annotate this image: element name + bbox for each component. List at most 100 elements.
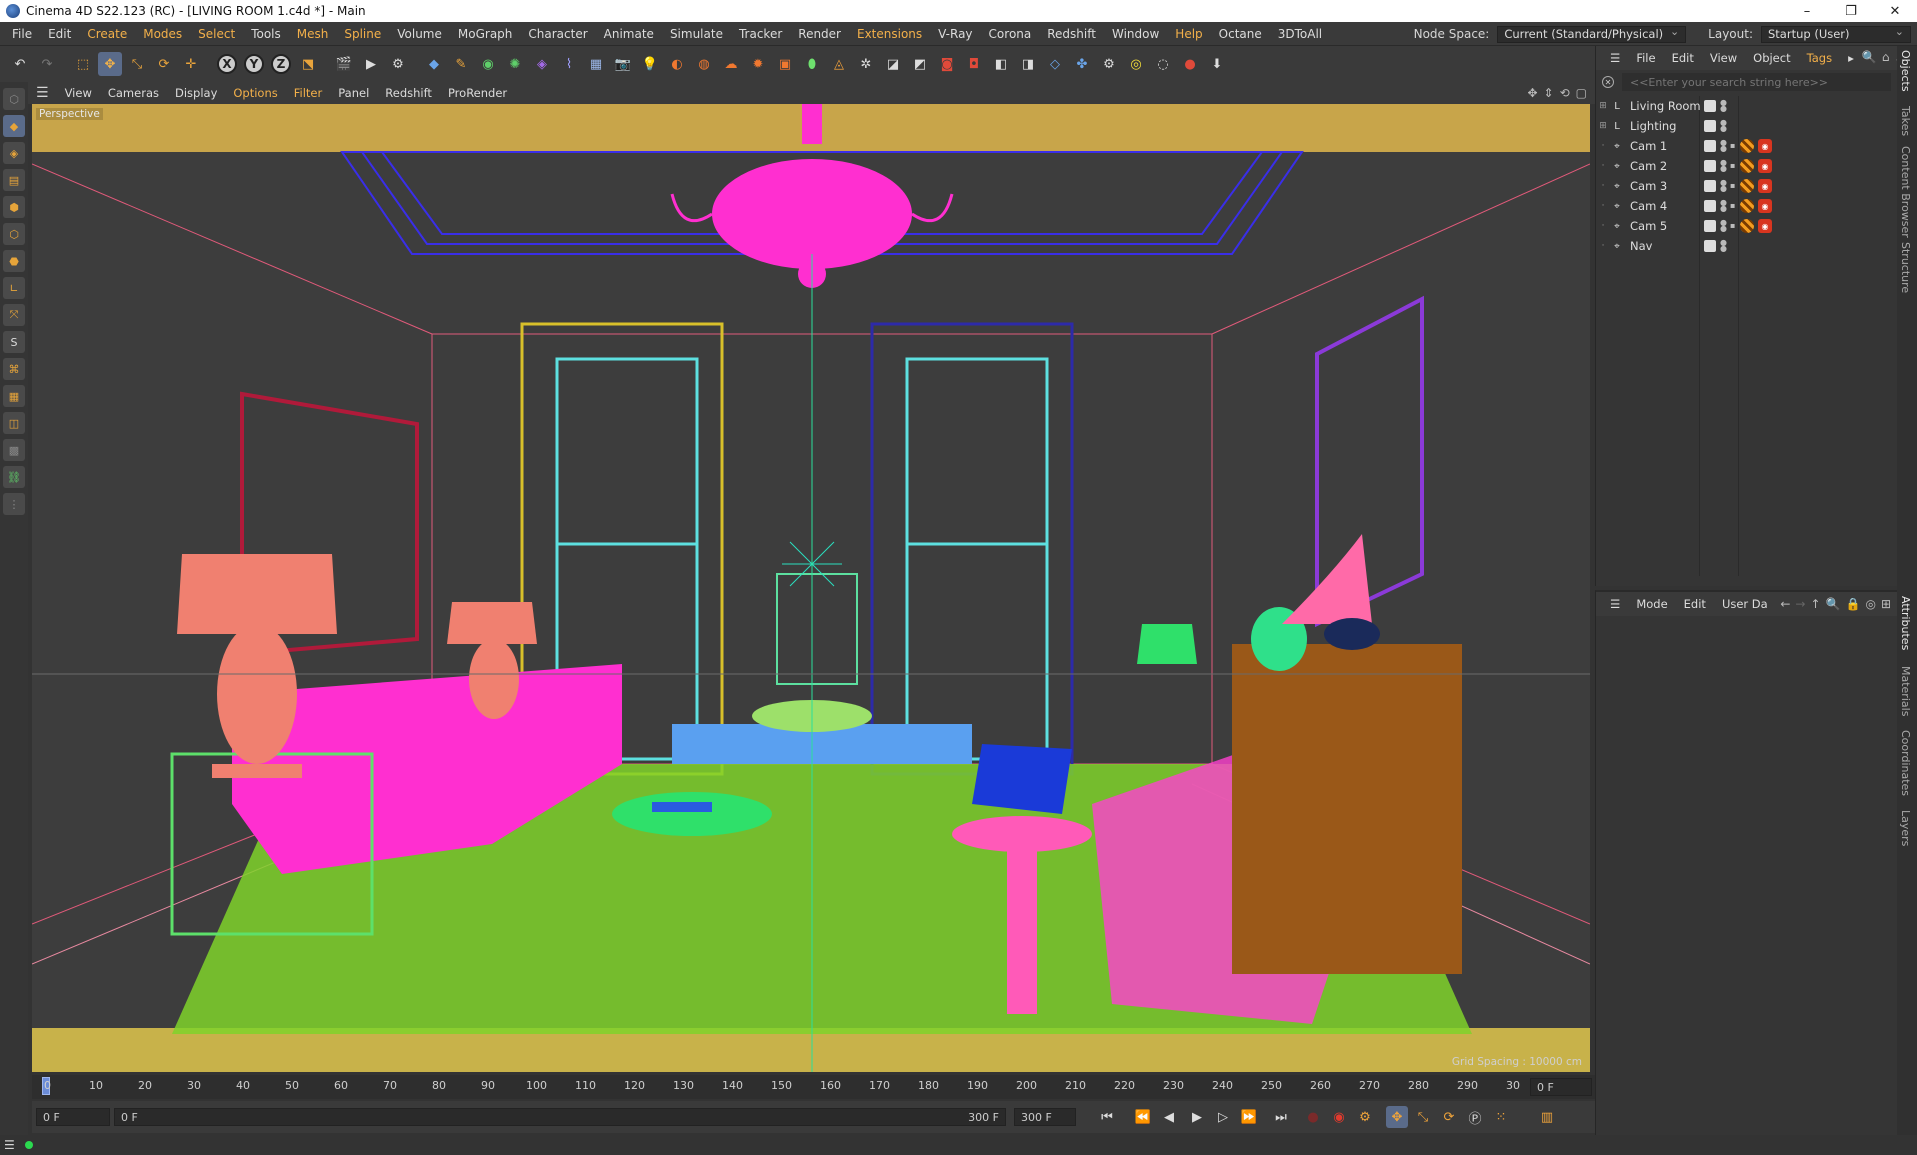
redshift-material-icon[interactable]: ◨: [1016, 52, 1040, 76]
light-icon[interactable]: 💡: [638, 52, 662, 76]
make-editable-icon[interactable]: ⬡: [3, 88, 25, 110]
visibility-checkbox[interactable]: [1704, 240, 1716, 252]
workplane-icon[interactable]: ▦: [3, 385, 25, 407]
render-visibility-dots[interactable]: ● ●: [1720, 179, 1727, 193]
z-axis-lock-icon[interactable]: Z: [269, 52, 293, 76]
tab-structure[interactable]: Structure: [1899, 242, 1912, 293]
protection-tag-icon[interactable]: ▪: [1730, 202, 1736, 210]
om-menu-object[interactable]: Object: [1745, 51, 1798, 65]
am-lock-icon[interactable]: 🔒: [1846, 597, 1861, 611]
viewport-menu-panel[interactable]: Panel: [330, 86, 377, 100]
menu-corona[interactable]: Corona: [981, 27, 1040, 41]
points-mode-icon[interactable]: ⬢: [3, 196, 25, 218]
am-new-window-icon[interactable]: ⊞: [1881, 597, 1891, 611]
viewport-orbit-icon[interactable]: ⟲: [1560, 86, 1570, 100]
timeline-ruler[interactable]: 0 10 20 30 40 50 60 70 80 90 100 110 120…: [32, 1075, 1595, 1099]
status-menu-icon[interactable]: ☰: [4, 1138, 15, 1152]
om-search-input[interactable]: [1622, 73, 1891, 91]
record-parameter-icon[interactable]: Ⓟ: [1464, 1106, 1486, 1128]
om-menu-view[interactable]: View: [1702, 51, 1745, 65]
render-visibility-dots[interactable]: ● ●: [1720, 139, 1727, 153]
render-tag-icon[interactable]: ◉: [1758, 179, 1772, 193]
close-button[interactable]: ✕: [1873, 0, 1917, 22]
tab-attributes[interactable]: Attributes: [1899, 596, 1912, 650]
camera-tag-icon[interactable]: [1740, 139, 1754, 153]
am-menu-edit[interactable]: Edit: [1676, 597, 1714, 611]
render-tag-icon[interactable]: ◉: [1758, 219, 1772, 233]
menu-render[interactable]: Render: [790, 27, 849, 41]
octane-render-icon[interactable]: ●: [1178, 52, 1202, 76]
rotate-tool-icon[interactable]: ⟳: [152, 52, 176, 76]
floor-icon[interactable]: ▦: [584, 52, 608, 76]
cube-primitive-icon[interactable]: ◆: [422, 52, 446, 76]
render-settings-icon[interactable]: ⚙: [386, 52, 410, 76]
viewport-maximize-icon[interactable]: ▢: [1576, 86, 1587, 100]
axis-mode-icon[interactable]: ∟: [3, 277, 25, 299]
menu-tools[interactable]: Tools: [243, 27, 289, 41]
redshift-ipr-icon[interactable]: ◘: [962, 52, 986, 76]
field-icon[interactable]: ⌇: [557, 52, 581, 76]
deformer-icon[interactable]: ◈: [530, 52, 554, 76]
vray-sun-icon[interactable]: ☁: [719, 52, 743, 76]
om-more-icon[interactable]: ▸: [1840, 51, 1862, 65]
tab-layers[interactable]: Layers: [1899, 810, 1912, 846]
menu-create[interactable]: Create: [79, 27, 135, 41]
workplane-mode-icon[interactable]: ▤: [3, 169, 25, 191]
viewport-menu-redshift[interactable]: Redshift: [377, 86, 440, 100]
am-up-icon[interactable]: ↑: [1810, 597, 1820, 611]
go-to-start-icon[interactable]: ⏮: [1096, 1106, 1118, 1128]
coordinate-system-icon[interactable]: ⬔: [296, 52, 320, 76]
cloner-icon[interactable]: ✺: [503, 52, 527, 76]
camera-tag-icon[interactable]: [1740, 199, 1754, 213]
am-menu-mode[interactable]: Mode: [1628, 597, 1675, 611]
expand-icon[interactable]: ⊞: [1596, 121, 1610, 131]
am-menu-user-data[interactable]: User Da: [1714, 597, 1776, 611]
camera-tag-icon[interactable]: [1740, 219, 1754, 233]
menu-window[interactable]: Window: [1104, 27, 1167, 41]
render-tag-icon[interactable]: ◉: [1758, 199, 1772, 213]
menu-3dtoall[interactable]: 3DToAll: [1270, 27, 1330, 41]
menu-modes[interactable]: Modes: [135, 27, 190, 41]
menu-spline[interactable]: Spline: [336, 27, 389, 41]
corona-vfb-icon[interactable]: ◪: [881, 52, 905, 76]
viewport-menu-options[interactable]: Options: [225, 86, 285, 100]
viewport-menu-cameras[interactable]: Cameras: [100, 86, 167, 100]
viewport-dolly-icon[interactable]: ⇕: [1544, 86, 1554, 100]
pen-spline-icon[interactable]: ✎: [449, 52, 473, 76]
menu-mesh[interactable]: Mesh: [289, 27, 337, 41]
render-to-picture-viewer-icon[interactable]: ▶: [359, 52, 383, 76]
record-position-icon[interactable]: ✥: [1386, 1106, 1408, 1128]
prorender-settings-icon[interactable]: ✤: [1070, 52, 1094, 76]
preview-range-slider[interactable]: 0 F 300 F: [114, 1108, 1006, 1126]
menu-volume[interactable]: Volume: [389, 27, 450, 41]
menu-tracker[interactable]: Tracker: [731, 27, 790, 41]
create-tool-icon[interactable]: ✛: [179, 52, 203, 76]
go-to-end-icon[interactable]: ⏭: [1270, 1106, 1292, 1128]
corona-sun-icon[interactable]: ✲: [854, 52, 878, 76]
octane-live-viewer-icon[interactable]: ◎: [1124, 52, 1148, 76]
move-tool-icon[interactable]: ✥: [98, 52, 122, 76]
redshift-light-icon[interactable]: ◧: [989, 52, 1013, 76]
visibility-checkbox[interactable]: [1704, 120, 1716, 132]
viewport-menu-display[interactable]: Display: [167, 86, 225, 100]
undo-icon[interactable]: ↶: [8, 52, 32, 76]
redo-icon[interactable]: ↷: [35, 52, 59, 76]
menu-edit[interactable]: Edit: [40, 27, 79, 41]
start-frame-field[interactable]: 0 F: [36, 1108, 110, 1126]
vray-frame-icon[interactable]: ▣: [773, 52, 797, 76]
visibility-checkbox[interactable]: [1704, 100, 1716, 112]
texture-mode-icon[interactable]: ◈: [3, 142, 25, 164]
menu-simulate[interactable]: Simulate: [662, 27, 731, 41]
render-visibility-dots[interactable]: ● ●: [1720, 119, 1727, 133]
menu-extensions[interactable]: Extensions: [849, 27, 930, 41]
am-hamburger-icon[interactable]: ☰: [1602, 597, 1628, 611]
om-home-icon[interactable]: ⌂: [1882, 50, 1890, 67]
prorender-icon[interactable]: ◇: [1043, 52, 1067, 76]
om-menu-tags[interactable]: Tags: [1799, 51, 1840, 65]
object-row-cam-3[interactable]: · ⌖ Cam 3 ● ● ▪ ◉: [1596, 176, 1897, 196]
render-visibility-dots[interactable]: ● ●: [1720, 199, 1727, 213]
om-hamburger-icon[interactable]: ☰: [1602, 51, 1628, 65]
snapping-icon[interactable]: ⌘: [3, 358, 25, 380]
visibility-checkbox[interactable]: [1704, 200, 1716, 212]
viewport-pan-icon[interactable]: ✥: [1527, 86, 1537, 100]
